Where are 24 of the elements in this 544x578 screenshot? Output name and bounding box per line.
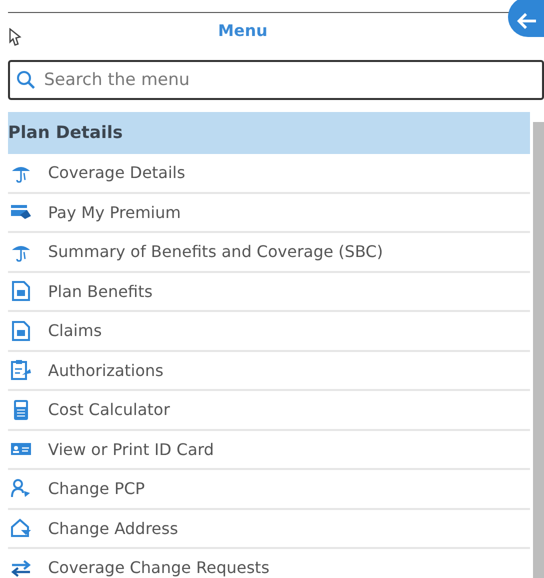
menu-item[interactable]: Summary of Benefits and Coverage (SBC): [8, 233, 530, 272]
menu-title: Menu: [218, 21, 268, 40]
scrollbar[interactable]: [533, 122, 544, 578]
menu-item[interactable]: View or Print ID Card: [8, 430, 530, 470]
search-icon: [16, 70, 36, 90]
menu-item[interactable]: Authorizations: [8, 352, 530, 391]
menu-item[interactable]: Coverage Change Requests: [8, 549, 530, 578]
document-icon: [10, 320, 32, 342]
back-arrow-icon: [516, 12, 538, 30]
menu-item[interactable]: Cost Calculator: [8, 391, 530, 430]
house-icon: [10, 517, 32, 540]
menu-item[interactable]: Plan Benefits: [8, 272, 530, 312]
section-header: Plan Details: [8, 112, 530, 154]
search-field[interactable]: Search the menu: [8, 60, 544, 100]
menu-item[interactable]: Claims: [8, 312, 530, 352]
clipboard-icon: [10, 359, 32, 382]
person-icon: [10, 478, 32, 500]
pointer-icon: [8, 28, 22, 46]
menu-item[interactable]: Pay My Premium: [8, 194, 530, 233]
menu-item[interactable]: Coverage Details: [8, 154, 530, 194]
back-button[interactable]: [508, 0, 544, 37]
document-icon: [10, 280, 32, 302]
menu-item[interactable]: Change Address: [8, 510, 530, 549]
menu-item[interactable]: Change PCP: [8, 470, 530, 510]
